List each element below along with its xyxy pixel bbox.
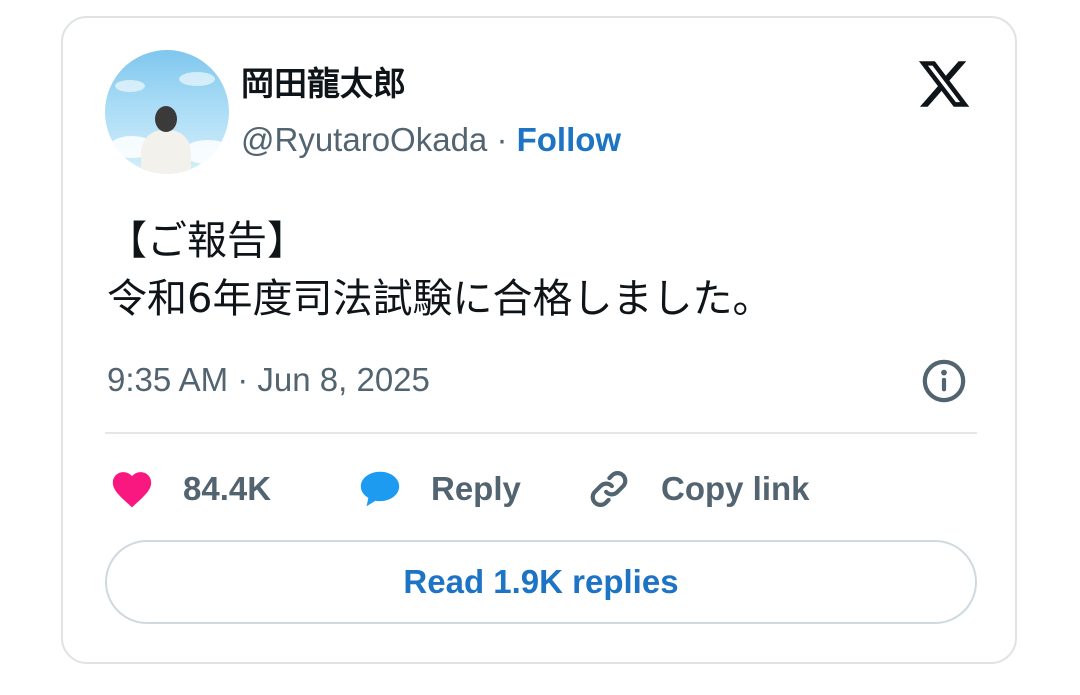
tweet-timestamp[interactable]: 9:35 AM · Jun 8, 2025 [107,358,430,402]
info-icon[interactable] [921,358,967,404]
link-icon [590,471,628,507]
read-replies-label: Read 1.9K replies [403,563,679,600]
avatar[interactable] [105,50,229,174]
avatar-cloud [115,80,145,92]
tweet-line: 【ご報告】 [107,218,307,264]
copy-link-button[interactable]: Copy link [585,466,810,512]
tweet-text: 【ご報告】 令和6年度司法試験に合格しました。 [107,212,772,328]
like-button[interactable]: 84.4K [107,466,271,512]
tweet-line: 令和6年度司法試験に合格しました。 [107,276,773,322]
follow-button[interactable]: Follow [517,121,621,158]
speech-bubble-icon [360,471,400,507]
reply-button[interactable]: Reply [355,466,521,512]
read-replies-button[interactable]: Read 1.9K replies [105,540,977,624]
x-logo-icon[interactable] [915,56,973,112]
tweet-card: 岡田龍太郎 @RyutaroOkada · Follow 【ご報告】 令和6年度… [61,16,1017,664]
heart-icon [112,472,152,508]
copy-link-label: Copy link [661,470,810,507]
author-handle[interactable]: @RyutaroOkada [241,121,487,158]
avatar-person-head [155,106,177,132]
handle-separator: · [487,121,517,158]
avatar-cloud [179,72,215,86]
author-handle-row: @RyutaroOkada · Follow [241,118,621,162]
avatar-person-body [141,130,191,174]
divider [105,432,977,434]
like-count: 84.4K [183,470,272,507]
reply-label: Reply [431,470,521,507]
author-display-name[interactable]: 岡田龍太郎 [241,64,406,104]
